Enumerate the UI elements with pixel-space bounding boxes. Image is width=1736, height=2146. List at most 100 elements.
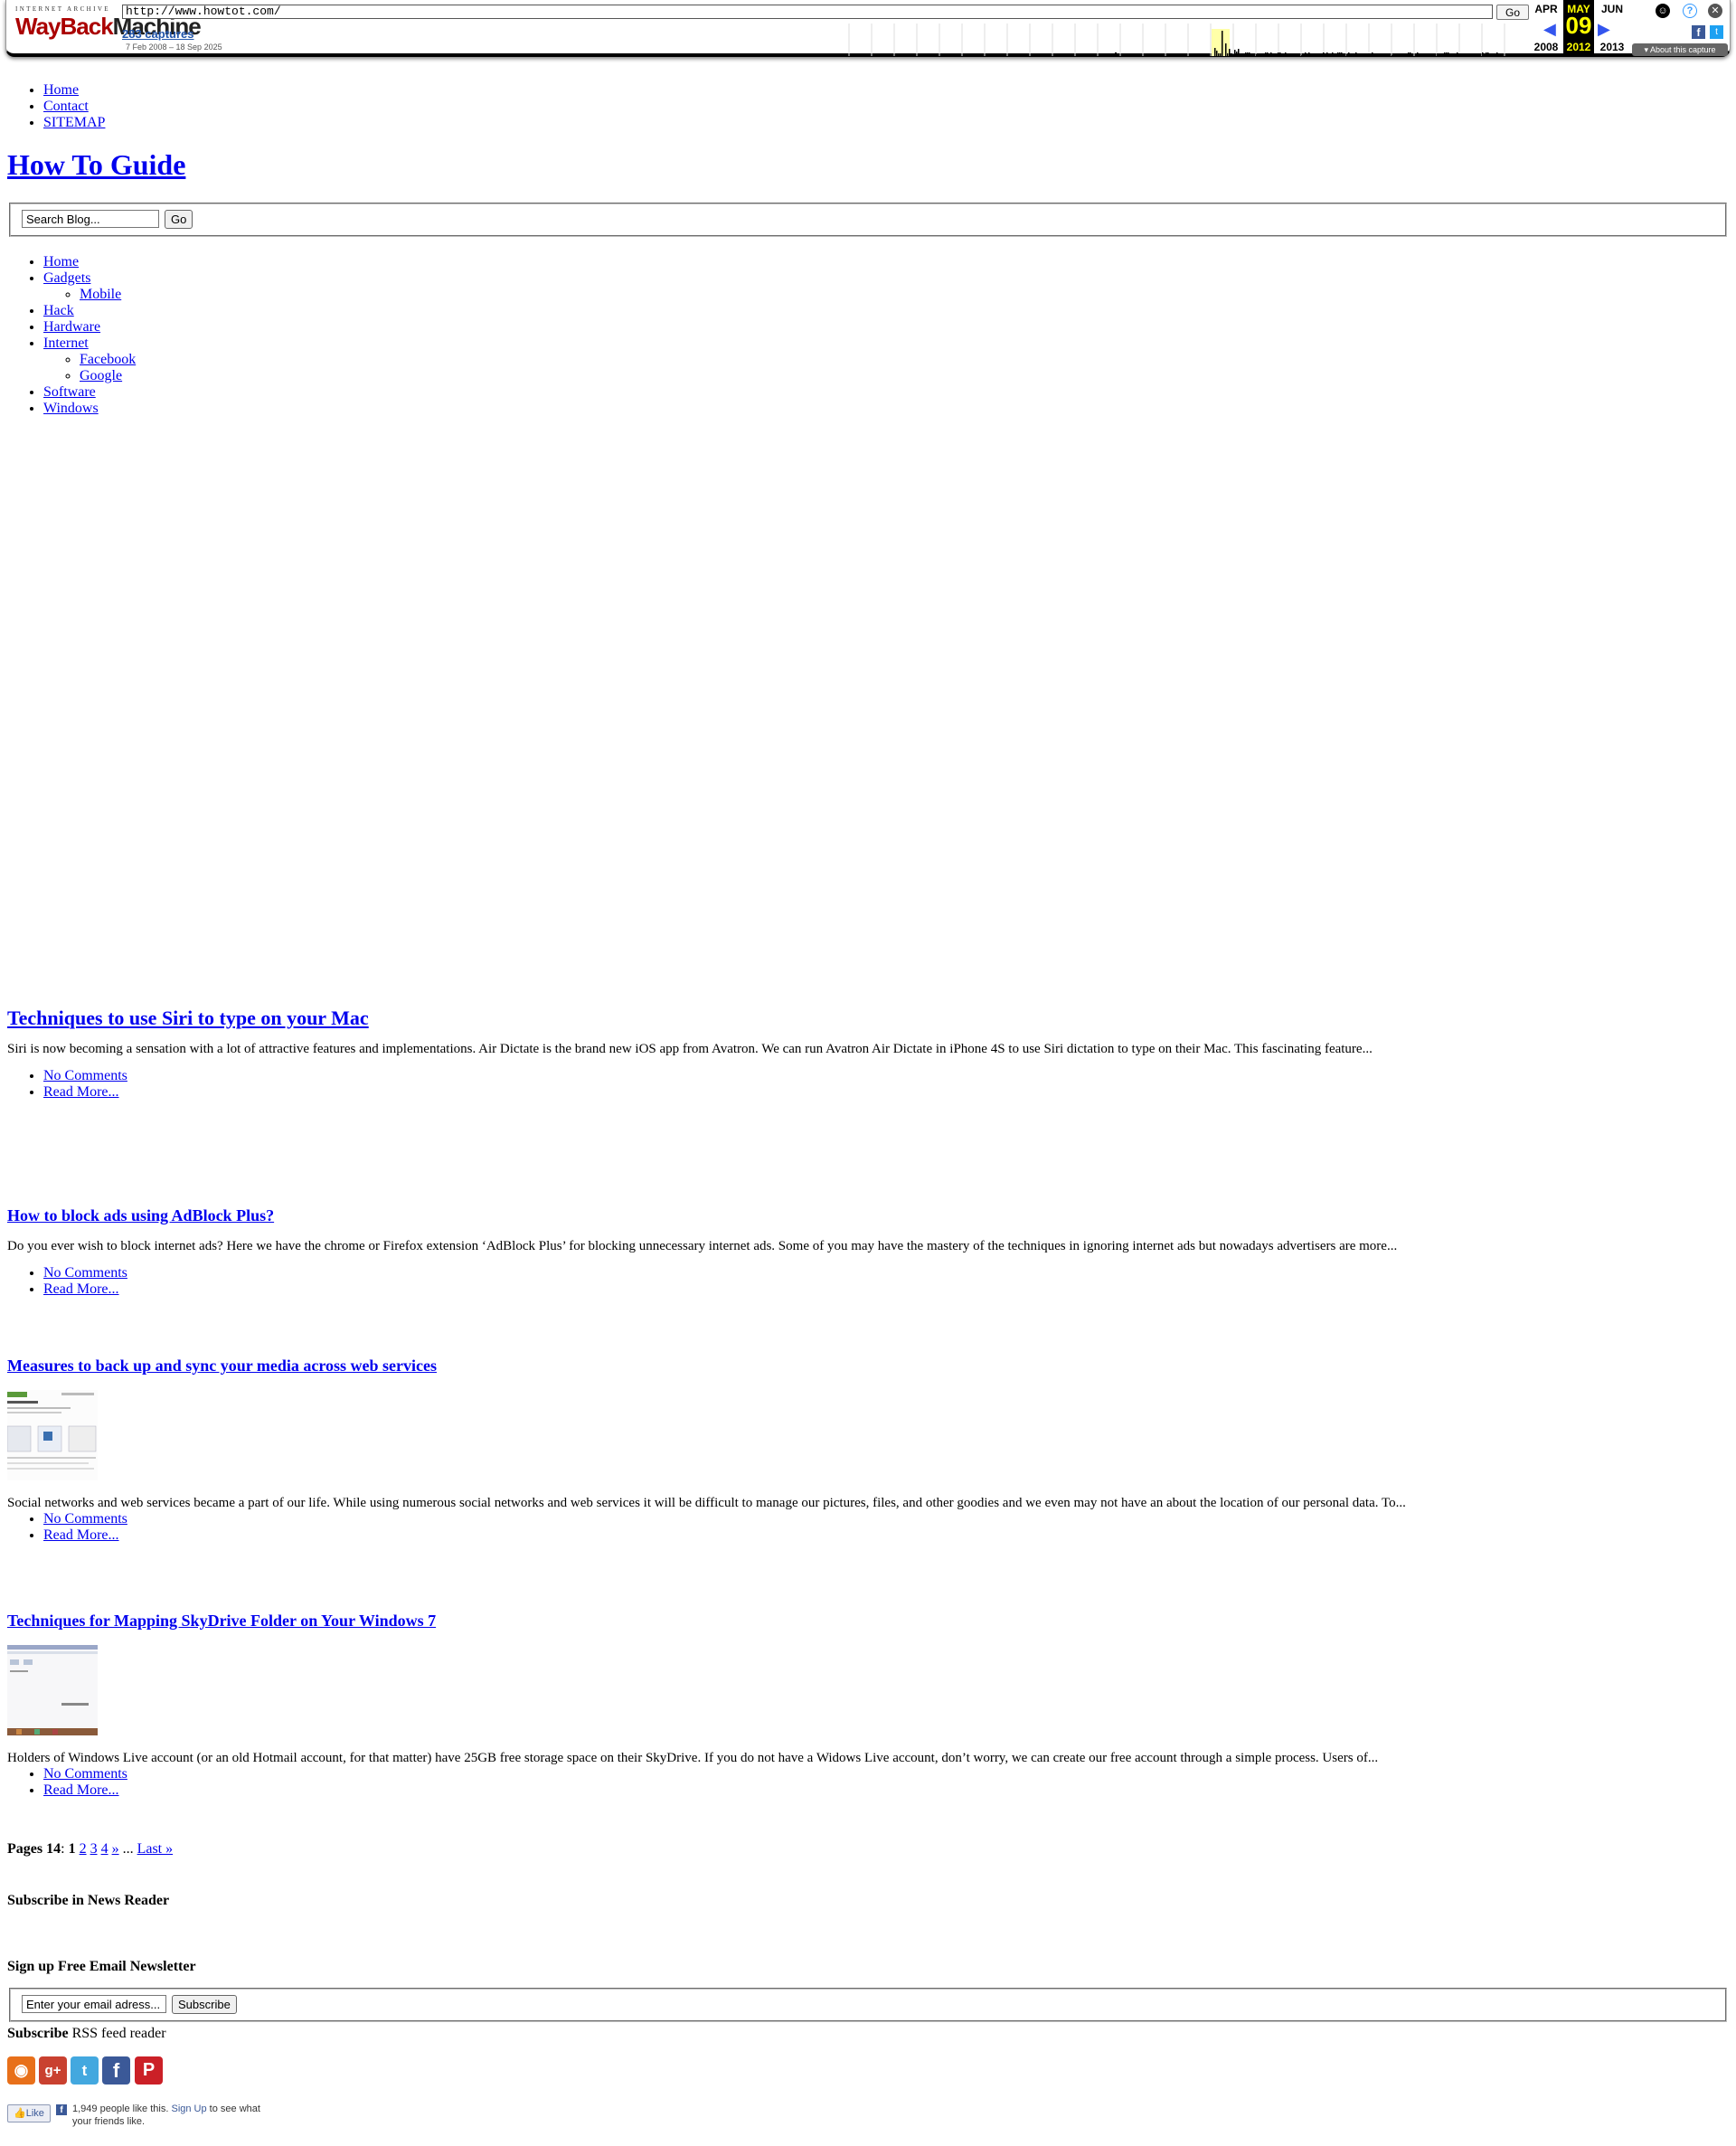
sparkline-bar <box>1294 54 1296 56</box>
site-title-link[interactable]: How To Guide <box>7 148 185 181</box>
nav-gadgets-link[interactable]: Gadgets <box>43 270 90 286</box>
nav-facebook-link[interactable]: Facebook <box>80 352 136 367</box>
topnav-home-link[interactable]: Home <box>43 82 79 98</box>
read-more-link[interactable]: Read More... <box>43 1084 119 1100</box>
sparkline-bar <box>1451 54 1453 56</box>
sparkline-bar <box>1505 54 1507 56</box>
facebook-icon[interactable]: f <box>102 2056 130 2085</box>
sparkline-bar <box>1466 53 1467 56</box>
sparkline-bar <box>1422 53 1424 56</box>
nav-software-link[interactable]: Software <box>43 384 96 400</box>
comments-link[interactable]: No Comments <box>43 1766 127 1782</box>
facebook-signup-link[interactable]: Sign Up <box>171 2103 206 2114</box>
nav-home-link[interactable]: Home <box>43 254 79 269</box>
comments-link[interactable]: No Comments <box>43 1511 127 1527</box>
post-title-link[interactable]: Measures to back up and sync your media … <box>7 1357 437 1375</box>
nav-subitem: Google <box>80 368 136 384</box>
captures-link[interactable]: 283 captures <box>122 27 194 41</box>
sparkline-bar <box>1115 52 1117 56</box>
read-more-link[interactable]: Read More... <box>43 1782 119 1798</box>
prev-month-label: APR <box>1534 3 1558 15</box>
post-meta-item: No Comments <box>43 1265 1725 1281</box>
newsletter-email-input[interactable] <box>22 1995 166 2013</box>
post-thumbnail[interactable] <box>7 1645 98 1735</box>
help-icon[interactable]: ? <box>1683 4 1697 18</box>
comments-link[interactable]: No Comments <box>43 1068 127 1083</box>
capture-sparkline[interactable] <box>842 24 1525 56</box>
nav-hack-link[interactable]: Hack <box>43 303 74 318</box>
post-title: How to block ads using AdBlock Plus? <box>7 1206 1725 1225</box>
sparkline-bar <box>1417 52 1419 56</box>
twitter-share-icon[interactable]: t <box>1710 25 1723 39</box>
search-go-button[interactable]: Go <box>165 210 193 229</box>
nav-mobile-link[interactable]: Mobile <box>80 287 121 302</box>
sparkline-bar <box>1392 55 1393 56</box>
sparkline-bar <box>1278 52 1279 56</box>
rss-subscribe-label: Subscribe <box>7 2026 69 2041</box>
about-capture-button[interactable]: ▾ About this capture <box>1632 43 1728 56</box>
topnav-item: Home <box>43 82 105 99</box>
sparkline-bar <box>1350 54 1352 56</box>
prev-year-label[interactable]: 2008 <box>1529 41 1563 53</box>
rss-icon[interactable]: ◉ <box>7 2056 35 2085</box>
read-more-link[interactable]: Read More... <box>43 1281 119 1297</box>
pinterest-icon[interactable]: P <box>135 2056 163 2085</box>
post-meta-item: Read More... <box>43 1281 1725 1298</box>
user-icon[interactable]: ☺ <box>1656 4 1670 18</box>
last-page-link[interactable]: Last » <box>137 1841 174 1857</box>
sparkline-bar <box>1250 53 1252 56</box>
post-thumbnail[interactable] <box>7 1390 98 1480</box>
post-title-link[interactable]: Techniques for Mapping SkyDrive Folder o… <box>7 1612 436 1630</box>
page-link-2[interactable]: 2 <box>80 1841 87 1857</box>
read-more-link[interactable]: Read More... <box>43 1527 119 1543</box>
sparkline-bar <box>1482 52 1484 56</box>
prev-capture-arrow-icon[interactable]: ◀ <box>1543 20 1556 39</box>
next-page-link[interactable]: » <box>112 1841 119 1857</box>
post-meta-item: Read More... <box>43 1084 1725 1101</box>
page-link-3[interactable]: 3 <box>90 1841 98 1857</box>
next-year-label[interactable]: 2013 <box>1594 41 1630 53</box>
sparkline-bar <box>1256 54 1258 56</box>
sparkline-bar <box>1330 53 1332 56</box>
nav-windows-link[interactable]: Windows <box>43 401 99 416</box>
close-icon[interactable]: ✕ <box>1708 4 1722 18</box>
rss-feed-line: Subscribe RSS feed reader <box>7 2026 166 2042</box>
sparkline-bar <box>1299 55 1301 56</box>
post-title: Techniques for Mapping SkyDrive Folder o… <box>7 1612 1725 1631</box>
sparkline-bar <box>1231 53 1232 56</box>
post-title-link[interactable]: How to block ads using AdBlock Plus? <box>7 1206 274 1224</box>
post-title-link[interactable]: Techniques to use Siri to type on your M… <box>7 1007 369 1029</box>
sparkline-bar <box>1368 53 1370 56</box>
facebook-like-button[interactable]: 👍Like <box>7 2104 51 2122</box>
sparkline-bar <box>1301 55 1303 56</box>
sparkline-bar <box>1437 53 1439 56</box>
wayback-logo[interactable]: INTERNET ARCHIVE WayBackMachine <box>15 5 202 47</box>
subscribe-button[interactable]: Subscribe <box>172 1995 237 2014</box>
next-capture-arrow-icon[interactable]: ▶ <box>1598 20 1610 39</box>
sparkline-bar <box>1240 54 1241 56</box>
post-title: Measures to back up and sync your media … <box>7 1357 1725 1376</box>
topnav-sitemap-link[interactable]: SITEMAP <box>43 115 105 130</box>
twitter-icon[interactable]: t <box>71 2056 99 2085</box>
page-link-4[interactable]: 4 <box>101 1841 108 1857</box>
sparkline-bar <box>1464 54 1466 56</box>
wayback-go-button[interactable]: Go <box>1496 5 1529 20</box>
sparkline-bar <box>1198 54 1200 56</box>
nav-google-link[interactable]: Google <box>80 368 122 383</box>
post-meta-item: No Comments <box>43 1766 1725 1782</box>
sparkline-bar <box>1227 53 1229 56</box>
search-input[interactable] <box>22 210 159 228</box>
wayback-url-input[interactable]: http://www.howtot.com/ <box>122 5 1493 19</box>
comments-link[interactable]: No Comments <box>43 1265 127 1281</box>
sparkline-bar <box>1339 52 1341 56</box>
nav-item: Software <box>43 384 136 401</box>
topnav-contact-link[interactable]: Contact <box>43 99 89 114</box>
sparkline-bar <box>1381 55 1382 56</box>
nav-internet-link[interactable]: Internet <box>43 336 89 351</box>
post-meta-item: No Comments <box>43 1068 1725 1084</box>
sparkline-bar <box>1491 54 1493 56</box>
google-plus-icon[interactable]: g+ <box>39 2056 67 2085</box>
facebook-share-icon[interactable]: f <box>1692 25 1705 39</box>
sparkline-bar <box>1346 54 1348 56</box>
nav-hardware-link[interactable]: Hardware <box>43 319 100 335</box>
